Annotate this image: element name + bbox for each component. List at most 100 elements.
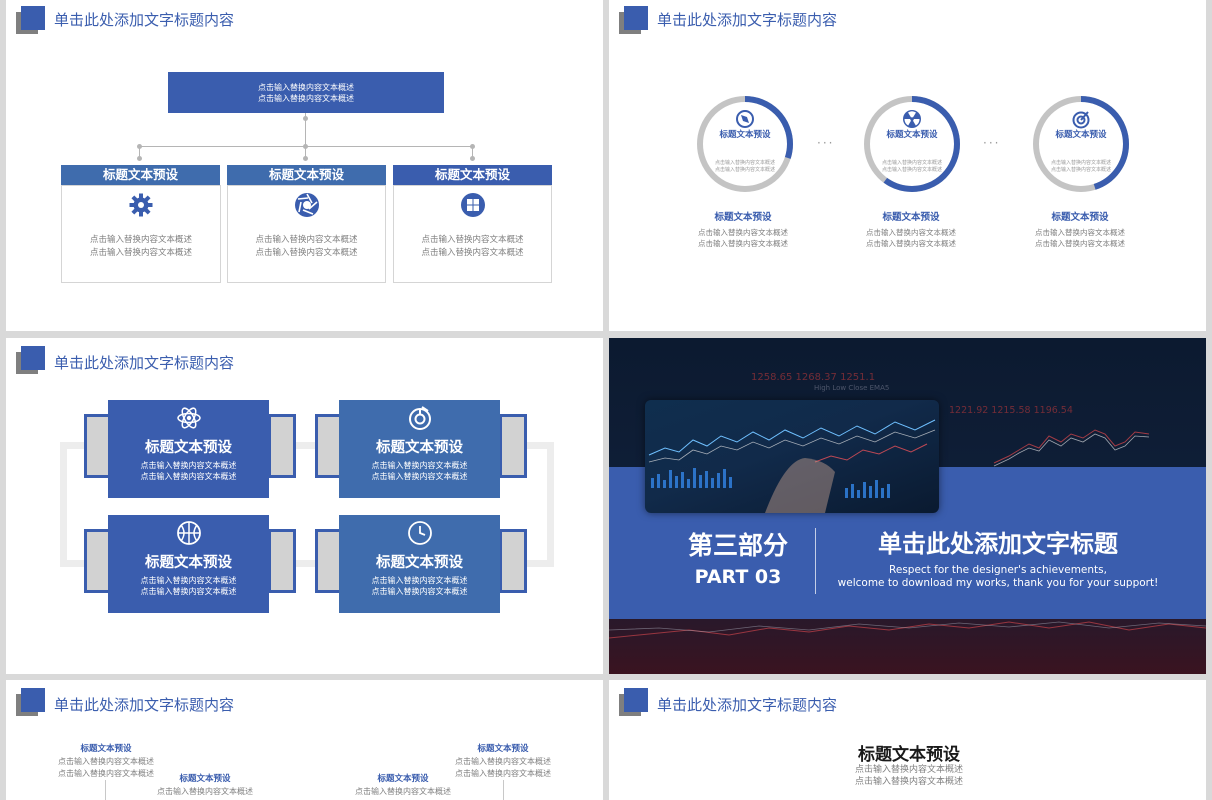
section-number-en: PART 03 — [694, 566, 782, 588]
compass-icon — [736, 110, 754, 128]
slide-6[interactable]: 单击此处添加文字标题内容 标题文本预设 点击输入替换内容文本概述 点击输入替换内… — [609, 680, 1206, 800]
tile-line: 点击输入替换内容文本概述 — [140, 587, 237, 596]
progress-ring: 标题文本预设 点击输入替换内容文本概述 点击输入替换内容文本概述 — [1031, 94, 1131, 194]
tile-line: 点击输入替换内容文本概述 — [371, 576, 468, 585]
tile-side — [499, 414, 527, 478]
ring-line: 点击输入替换内容文本概述 — [881, 167, 942, 173]
top-box: 点击输入替换内容文本概述 点击输入替换内容文本概述 — [168, 72, 444, 113]
radiation-icon — [903, 110, 921, 128]
windows-icon — [460, 193, 485, 217]
tile-line: 点击输入替换内容文本概述 — [140, 472, 237, 481]
card-line: 点击输入替换内容文本概述 — [89, 235, 192, 245]
timeline-line: 点击输入替换内容文本概述 — [58, 768, 154, 778]
timeline-rule — [503, 780, 504, 800]
card-line: 点击输入替换内容文本概述 — [255, 235, 358, 245]
slide-5[interactable]: 单击此处添加文字标题内容 标题文本预设 点击输入替换内容文本概述 点击输入替换内… — [6, 680, 603, 800]
ring-title: 标题文本预设 — [1055, 130, 1107, 140]
card-line: 点击输入替换内容文本概述 — [255, 247, 358, 258]
top-box-line: 点击输入替换内容文本概述 — [258, 82, 354, 92]
tile-title: 标题文本预设 — [376, 440, 463, 456]
ring-caption-title: 标题文本预设 — [1051, 212, 1109, 223]
gear-icon — [129, 193, 153, 217]
tile-line: 点击输入替换内容文本概述 — [140, 576, 237, 585]
subtitle-line: Respect for the designer's achievements, — [889, 564, 1107, 576]
header-square-icon — [619, 688, 649, 718]
card: 点击输入替换内容文本概述 点击输入替换内容文本概述 — [227, 185, 386, 283]
progress-ring: 标题文本预设 点击输入替换内容文本概述 点击输入替换内容文本概述 — [695, 94, 795, 194]
connector-dot — [137, 144, 142, 149]
slide-1[interactable]: 单击此处添加文字标题内容 点击输入替换内容文本概述 点击输入替换内容文本概述 标… — [6, 0, 603, 331]
feature-tile: 标题文本预设 点击输入替换内容文本概述 点击输入替换内容文本概述 — [84, 515, 298, 613]
atom-icon — [176, 407, 201, 429]
tile-line: 点击输入替换内容文本概述 — [371, 587, 468, 596]
chart-donut-icon — [408, 406, 431, 430]
aperture-icon — [294, 193, 319, 217]
ring-title: 标题文本预设 — [886, 130, 938, 140]
slide-4-section[interactable]: 1258.65 1268.37 1251.1 High Low Close EM… — [609, 338, 1206, 674]
ring-separator: ··· — [983, 136, 1001, 150]
slide-2[interactable]: 单击此处添加文字标题内容 标题文本预设 点击输入替换内容文本概述 点击输入替换内… — [609, 0, 1206, 331]
ring-caption-title: 标题文本预设 — [882, 212, 940, 223]
header-square-icon — [16, 6, 46, 36]
timeline-title: 标题文本预设 — [179, 774, 231, 784]
card-header: 标题文本预设 — [61, 165, 220, 185]
section-number-cn: 第三部分 — [687, 531, 788, 560]
content-line: 点击输入替换内容文本概述 — [854, 777, 963, 787]
content-title: 标题文本预设 — [858, 745, 960, 765]
timeline-title: 标题文本预设 — [377, 774, 429, 784]
card-line: 点击输入替换内容文本概述 — [421, 247, 524, 258]
ring-caption-line: 点击输入替换内容文本概述 — [866, 239, 956, 248]
connector-dot — [470, 156, 475, 161]
ring-separator: ··· — [817, 136, 835, 150]
slide-title: 单击此处添加文字标题内容 — [54, 11, 235, 29]
target-icon — [1072, 111, 1090, 129]
timeline-title: 标题文本预设 — [80, 744, 132, 754]
tile-side — [499, 529, 527, 593]
subtitle-line: welcome to download my works, thank you … — [837, 577, 1159, 589]
card-header: 标题文本预设 — [393, 165, 552, 185]
progress-ring: 标题文本预设 点击输入替换内容文本概述 点击输入替换内容文本概述 — [862, 94, 962, 194]
ring-line: 点击输入替换内容文本概述 — [714, 160, 775, 166]
basketball-icon — [176, 521, 201, 545]
slide-3[interactable]: 单击此处添加文字标题内容 标题文本预设 点击输入替换内容文本概述 点击输入替换内… — [6, 338, 603, 674]
tile-title: 标题文本预设 — [145, 555, 232, 571]
tile-title: 标题文本预设 — [145, 440, 232, 456]
tile-line: 点击输入替换内容文本概述 — [371, 472, 468, 481]
chart-photo — [645, 400, 939, 513]
connector-dot — [303, 116, 308, 121]
ticker-labels: High Low Close EMA5 — [814, 384, 890, 392]
section-title: 单击此处添加文字标题 — [878, 530, 1118, 558]
chart-photo-svg — [648, 419, 936, 513]
ring-caption-line: 点击输入替换内容文本概述 — [698, 239, 788, 248]
ring-caption-title: 标题文本预设 — [714, 212, 772, 223]
slide-title: 单击此处添加文字标题内容 — [657, 11, 838, 29]
tile-side — [268, 414, 296, 478]
timeline-line: 点击输入替换内容文本概述 — [455, 757, 551, 766]
slide-title: 单击此处添加文字标题内容 — [657, 696, 838, 714]
content-line: 点击输入替换内容文本概述 — [854, 765, 963, 775]
ring-line: 点击输入替换内容文本概述 — [1050, 160, 1111, 166]
timeline-rule — [105, 780, 106, 800]
card-header: 标题文本预设 — [227, 165, 386, 185]
tile-line: 点击输入替换内容文本概述 — [371, 461, 468, 470]
card-line: 点击输入替换内容文本概述 — [421, 235, 524, 245]
ticker-values: 1258.65 1268.37 1251.1 — [751, 372, 876, 383]
ring-line: 点击输入替换内容文本概述 — [714, 167, 775, 173]
connector-dot — [303, 144, 308, 149]
card: 点击输入替换内容文本概述 点击输入替换内容文本概述 — [61, 185, 221, 283]
ring-caption-line: 点击输入替换内容文本概述 — [698, 228, 788, 237]
slide-title: 单击此处添加文字标题内容 — [54, 354, 235, 372]
ring-title: 标题文本预设 — [719, 130, 771, 140]
ring-caption-line: 点击输入替换内容文本概述 — [1035, 239, 1125, 248]
header-square-icon — [16, 346, 46, 376]
timeline-line: 点击输入替换内容文本概述 — [455, 768, 551, 778]
connector-dot — [303, 156, 308, 161]
card: 点击输入替换内容文本概述 点击输入替换内容文本概述 — [393, 185, 552, 283]
tile-side — [268, 529, 296, 593]
slide-title: 单击此处添加文字标题内容 — [54, 696, 235, 714]
tile-line: 点击输入替换内容文本概述 — [140, 461, 237, 470]
feature-tile: 标题文本预设 点击输入替换内容文本概述 点击输入替换内容文本概述 — [84, 400, 298, 498]
top-box-line: 点击输入替换内容文本概述 — [258, 93, 354, 103]
divider — [815, 528, 816, 594]
section-subtitle: Respect for the designer's achievements,… — [823, 564, 1173, 590]
